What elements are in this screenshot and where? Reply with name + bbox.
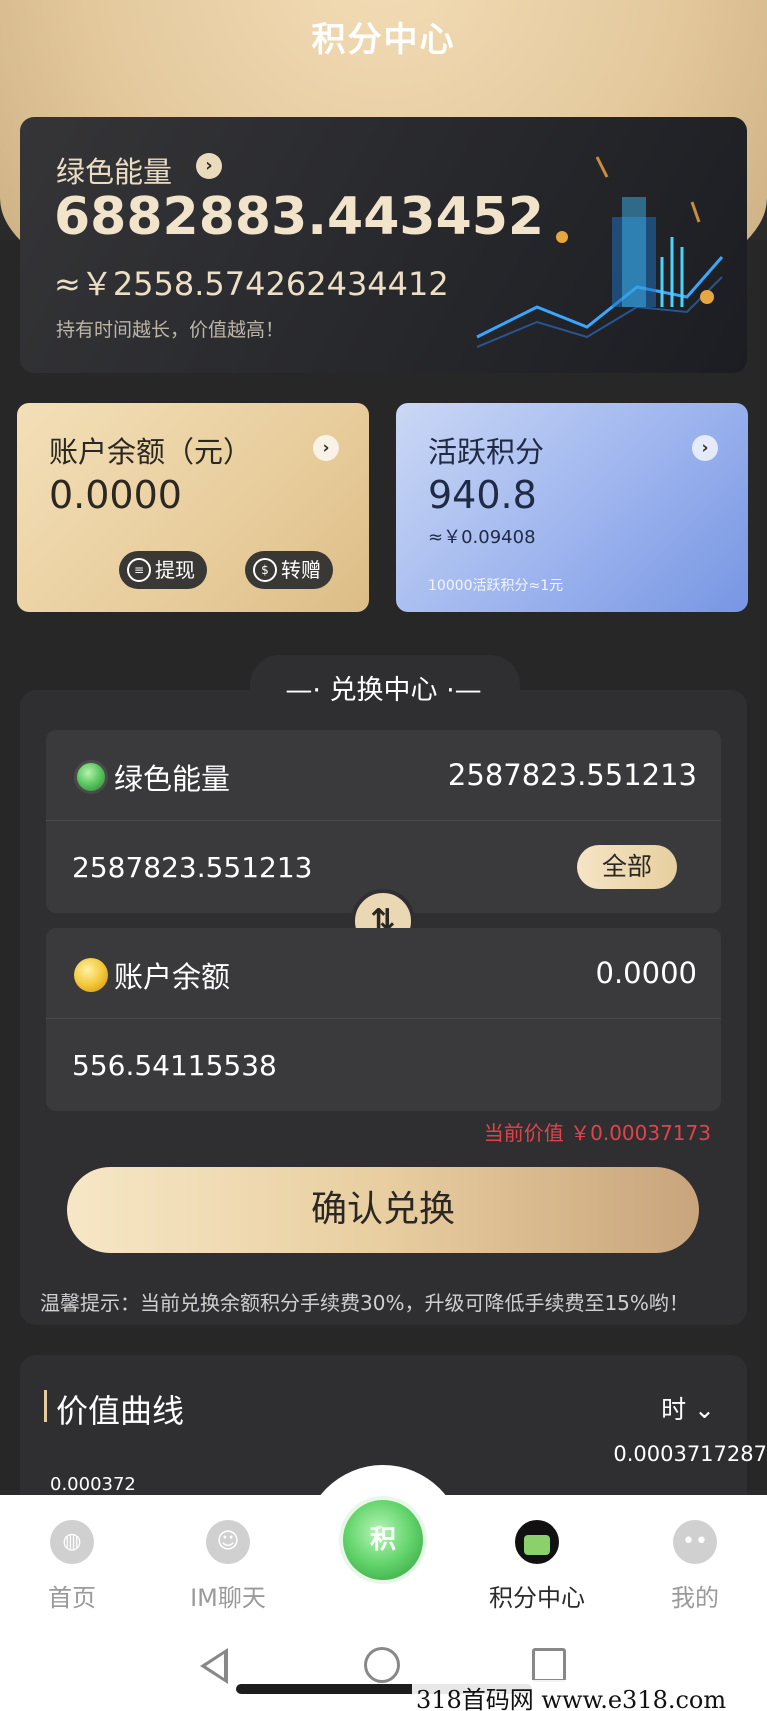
growth-chart-illustration-icon [476,156,724,348]
exchange-title: —· 兑换中心 ·— [285,675,482,706]
to-available: 0.0000 [595,956,697,990]
chevron-right-icon[interactable]: › [692,435,718,461]
withdraw-label: 提现 [155,558,195,582]
value-chart-title: 价值曲线 [56,1392,185,1430]
to-label: 账户余额 [114,960,231,994]
withdraw-button[interactable]: ≡ 提现 [119,551,207,589]
account-balance-card[interactable]: 账户余额（元） › 0.0000 ≡ 提现 $ 转赠 [17,403,369,612]
active-points-card[interactable]: 活跃积分 › 940.8 ≈￥0.09408 10000活跃积分≈1元 [396,403,748,612]
money-bag-icon: $ [253,558,277,582]
nav-item-im-chat[interactable]: ☺ IM聊天 [168,1520,288,1613]
fee-tip: 温馨提示：当前兑换余额积分手续费30%，升级可降低手续费至15%哟！ [40,1291,689,1315]
active-points-value: 940.8 [428,473,537,517]
points-icon [515,1520,559,1564]
watermark: 318首码网 www.e318.com [412,1680,731,1711]
from-amount-input[interactable]: 2587823.551213 [72,851,313,884]
nav-label-points-center: 积分中心 [489,1584,585,1612]
green-energy-coin-icon [74,760,108,794]
recent-apps-icon[interactable] [532,1648,566,1682]
chevron-right-icon[interactable]: › [196,153,222,179]
back-icon-inner [206,1654,224,1678]
balance-coin-icon [74,958,108,992]
active-points-cny: ≈￥0.09408 [428,527,536,548]
active-points-title: 活跃积分 [428,435,545,469]
exchange-from-box: 绿色能量 2587823.551213 2587823.551213 全部 [46,730,721,913]
confirm-exchange-button[interactable]: 确认兑换 [67,1167,699,1253]
balance-title: 账户余额（元） [49,435,253,469]
from-available: 2587823.551213 [447,758,697,792]
exchange-to-box: 账户余额 0.0000 556.54115538 [46,928,721,1111]
nav-item-profile[interactable]: •• 我的 [635,1520,755,1613]
nav-item-home[interactable]: ◍ 首页 [12,1520,132,1613]
energy-title: 绿色能量 [56,155,173,189]
balance-value: 0.0000 [49,473,182,517]
to-amount-input[interactable]: 556.54115538 [72,1049,277,1082]
page-title: 积分中心 [311,20,456,60]
points-center-icon[interactable]: 积 [339,1496,427,1584]
energy-note: 持有时间越长，价值越高！ [56,319,285,341]
green-energy-card[interactable]: 绿色能量 › 6882883.443452 ≈￥2558.57426243441… [20,117,747,373]
chart-y-max-label: 0.000372 [50,1474,136,1495]
nav-item-points-center[interactable]: 积分中心 [477,1520,597,1613]
energy-cny-value: ≈￥2558.574262434412 [54,265,449,303]
gift-button[interactable]: $ 转赠 [245,551,333,589]
chevron-down-icon: ⌄ [694,1395,715,1424]
chart-latest-value: 0.0003717287 [613,1442,767,1466]
home-icon[interactable] [364,1647,400,1683]
current-price: 当前价值 ￥0.00037173 [483,1121,711,1145]
gift-label: 转赠 [281,558,321,582]
chart-title-marker [44,1390,47,1422]
profile-icon: •• [673,1520,717,1564]
from-label: 绿色能量 [114,762,231,796]
nav-label-im-chat: IM聊天 [190,1584,266,1612]
withdraw-icon: ≡ [127,558,151,582]
chat-icon: ☺ [206,1520,250,1564]
all-button[interactable]: 全部 [577,845,677,889]
active-points-note: 10000活跃积分≈1元 [428,578,564,594]
planet-icon: ◍ [50,1520,94,1564]
chevron-right-icon[interactable]: › [313,435,339,461]
nav-label-home: 首页 [48,1584,96,1612]
period-label: 时 [661,1395,687,1424]
period-selector[interactable]: 时 ⌄ [661,1390,715,1426]
nav-label-profile: 我的 [671,1584,719,1612]
